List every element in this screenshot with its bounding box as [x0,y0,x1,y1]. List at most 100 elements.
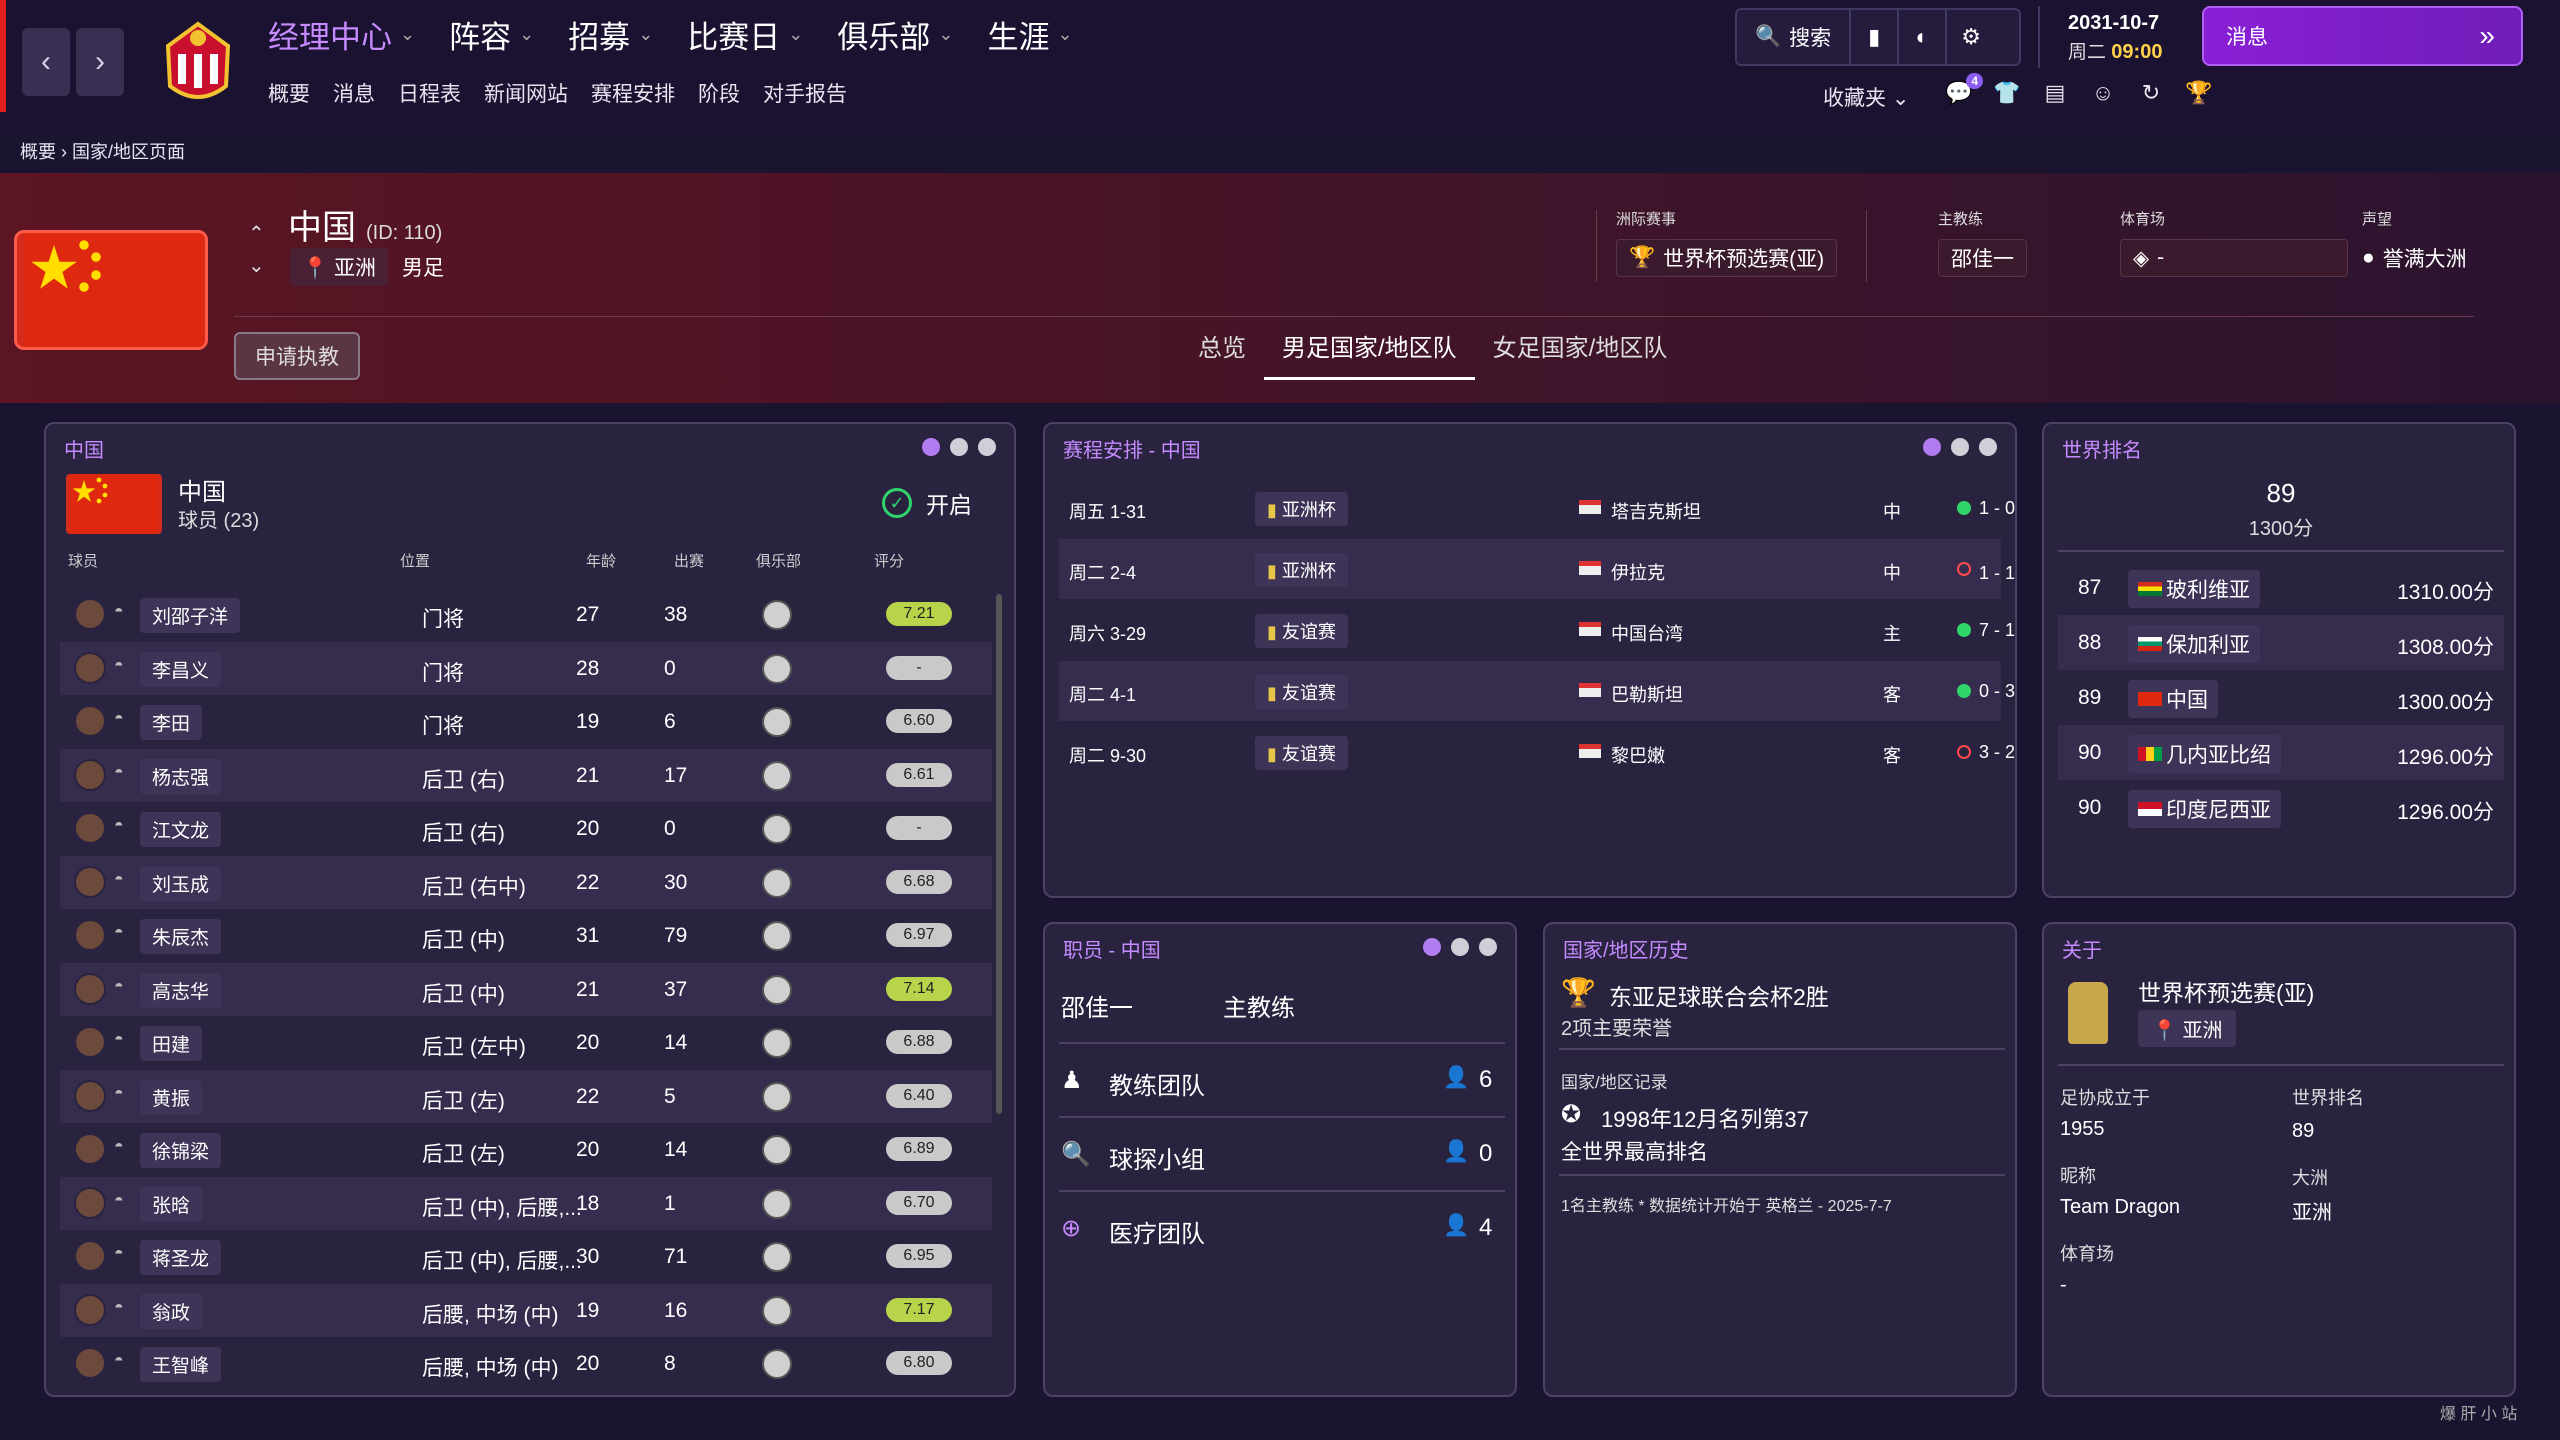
chat-icon[interactable]: 💬 4 [1945,73,1983,106]
club-badge-icon[interactable] [762,1349,792,1379]
subnav-stages[interactable]: 阶段 [698,78,740,108]
coach-name[interactable]: 邵佳一 [1061,988,1133,1023]
player-name[interactable]: 刘邵子洋 [140,598,241,633]
subnav-inbox[interactable]: 消息 [333,78,375,108]
player-name[interactable]: 江文龙 [140,812,222,847]
clipboard-icon[interactable]: ▤ [2041,80,2069,106]
tab-mens-team[interactable]: 男足国家/地区队 [1264,328,1475,380]
table-row[interactable]: ◓ 刘邵子洋 门将 27 38 7.21 [60,588,992,642]
fixture-row[interactable]: 周二 4-1 ▮ 友谊赛 巴勒斯坦 客 0 - 3 [1059,661,2015,721]
ranking-row[interactable]: 90 几内亚比绍 1296.00分 [2058,725,2504,780]
player-name[interactable]: 朱辰杰 [140,919,222,954]
col-position[interactable]: 位置 [400,550,430,571]
col-club[interactable]: 俱乐部 [756,550,801,571]
nav-career[interactable]: 生涯 ⌄ [987,12,1072,57]
stadium-value-box[interactable]: ◈ - [2120,239,2348,277]
nav-recruitment[interactable]: 招募 ⌄ [568,12,653,57]
club-badge-icon[interactable] [762,1081,792,1112]
col-player[interactable]: 球员 [68,550,98,571]
staff-group-scouting[interactable]: 🔍 球探小组 👤 0 [1059,1116,1505,1190]
subnav-overview[interactable]: 概要 [268,78,310,108]
rank-nation[interactable]: 玻利维亚 [2128,570,2260,608]
table-row[interactable]: ◓ 黄振 后卫 (左) 22 5 6.40 [60,1069,992,1123]
fixture-competition[interactable]: ▮ 友谊赛 [1255,675,1348,709]
fixture-row[interactable]: 周五 1-31 ▮ 亚洲杯 塔吉克斯坦 中 1 - 0 [1059,478,2015,538]
club-badge-icon[interactable] [762,1295,792,1326]
table-row[interactable]: ◓ 朱辰杰 后卫 (中) 31 79 6.97 [60,909,992,963]
subnav-opposition[interactable]: 对手报告 [763,78,847,108]
club-badge-icon[interactable] [762,921,792,951]
ranking-row[interactable]: 89 中国 1300.00分 [2058,670,2504,725]
fixture-result[interactable]: 1 - 0 [1979,498,2015,519]
table-row[interactable]: ◓ 李昌义 门将 28 0 - [60,641,992,695]
player-name[interactable]: 蒋圣龙 [140,1240,222,1275]
player-name[interactable]: 高志华 [140,972,222,1008]
club-badge-icon[interactable] [762,867,792,898]
club-badge-icon[interactable] [762,1135,792,1165]
subnav-calendar[interactable]: 日程表 [398,78,461,108]
fixture-competition[interactable]: ▮ 亚洲杯 [1255,492,1348,526]
fixture-result[interactable]: 3 - 2 [1979,742,2015,763]
panel-menu[interactable] [1923,438,1997,456]
player-name[interactable]: 黄振 [140,1079,203,1115]
club-badge-icon[interactable] [762,1188,792,1219]
club-badge-icon[interactable] [762,653,792,684]
club-badge-icon[interactable] [762,760,792,791]
chevron-up-icon[interactable]: ⌃ [248,218,265,250]
player-name[interactable]: 李昌义 [140,651,222,687]
back-button[interactable]: ‹ [22,28,70,96]
table-row[interactable]: ◓ 王智峰 后腰, 中场 (中) 20 8 6.80 [60,1337,992,1391]
forward-button[interactable]: › [76,28,124,96]
table-row[interactable]: ◓ 高志华 后卫 (中) 21 37 7.14 [60,962,992,1016]
fixture-opponent[interactable]: 中国台湾 [1611,620,1683,646]
player-name[interactable]: 翁政 [140,1293,203,1329]
panel-menu[interactable] [1423,938,1497,956]
staff-group-medical[interactable]: ⊕ 医疗团队 👤 4 [1059,1190,1505,1264]
squad-status[interactable]: ✓ 开启 [882,486,972,520]
intl-value-box[interactable]: 🏆 世界杯预选赛(亚) [1616,239,1838,277]
breadcrumb-root[interactable]: 概要 [20,142,56,162]
scrollbar[interactable] [996,594,1002,1114]
rank-nation[interactable]: 中国 [2128,680,2218,718]
trophy-icon[interactable]: 🏆 [2185,80,2213,106]
subnav-fixtures[interactable]: 赛程安排 [591,78,675,108]
prev-next-nation[interactable]: ⌃ ⌄ [248,218,265,282]
fixture-result[interactable]: 7 - 1 [1979,620,2015,641]
fixture-opponent[interactable]: 伊拉克 [1611,559,1665,585]
shirt-icon[interactable]: 👕 [1993,80,2021,106]
search-button[interactable]: 🔍 搜索 [1737,10,1852,64]
table-row[interactable]: ◓ 翁政 后腰, 中场 (中) 19 16 7.17 [60,1283,992,1337]
player-name[interactable]: 张晗 [140,1186,203,1222]
club-crest[interactable] [148,16,248,108]
fixture-row[interactable]: 周二 9-30 ▮ 友谊赛 黎巴嫩 客 3 - 2 [1059,722,2015,782]
col-apps[interactable]: 出赛 [674,550,704,571]
fixture-result[interactable]: 1 - 1 点球 [1979,559,2015,585]
table-row[interactable]: ◓ 田建 后卫 (左中) 20 14 6.88 [60,1016,992,1070]
notebook-button[interactable]: ▮ [1851,10,1900,64]
nav-manager-center[interactable]: 经理中心 ⌄ [268,12,415,57]
club-badge-icon[interactable] [762,600,792,630]
player-name[interactable]: 田建 [140,1026,203,1061]
nav-club[interactable]: 俱乐部 ⌄ [837,12,953,57]
rank-nation[interactable]: 保加利亚 [2128,625,2260,663]
player-name[interactable]: 刘玉成 [140,865,222,901]
table-row[interactable]: ◓ 杨志强 后卫 (右) 21 17 6.61 [60,748,992,802]
club-badge-icon[interactable] [762,974,792,1005]
settings-button[interactable]: ⚙ [1947,10,1995,64]
rank-nation[interactable]: 几内亚比绍 [2128,735,2281,773]
fixture-row[interactable]: 周六 3-29 ▮ 友谊赛 中国台湾 主 7 - 1 [1059,600,2015,660]
fixture-competition[interactable]: ▮ 友谊赛 [1255,736,1348,770]
table-row[interactable]: ◓ 刘玉成 后卫 (右中) 22 30 6.68 [60,855,992,909]
player-name[interactable]: 杨志强 [140,758,222,794]
col-age[interactable]: 年龄 [586,550,616,571]
table-row[interactable]: ◓ 张晗 后卫 (中), 后腰,... 18 1 6.70 [60,1176,992,1230]
chevron-down-icon[interactable]: ⌄ [248,250,265,282]
fixture-competition[interactable]: ▮ 友谊赛 [1255,614,1348,648]
table-row[interactable]: ◓ 蒋圣龙 后卫 (中), 后腰,... 30 71 6.95 [60,1230,992,1284]
nav-matchday[interactable]: 比赛日 ⌄ [687,12,803,57]
staff-group-coaching[interactable]: ♟ 教练团队 👤 6 [1059,1042,1505,1116]
player-name[interactable]: 王智峰 [140,1347,222,1382]
club-badge-icon[interactable] [762,1242,792,1272]
date-display[interactable]: 2031-10-7 周二 09:00 [2038,6,2178,68]
nav-squad[interactable]: 阵容 ⌄ [449,12,534,57]
